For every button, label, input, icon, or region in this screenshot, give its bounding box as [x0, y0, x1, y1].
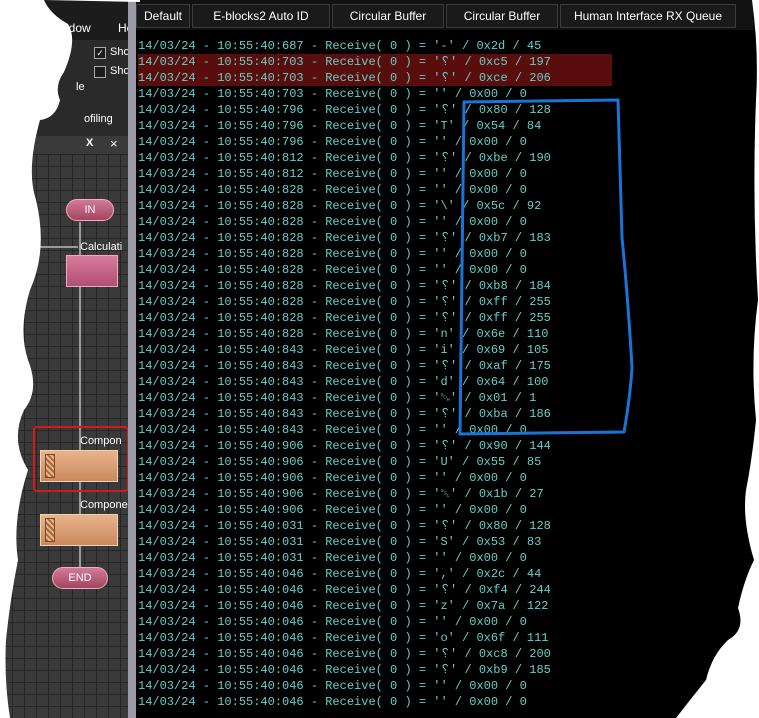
console-log[interactable]: 14/03/24 - 10:55:40:687 - Receive( 0 ) =… [138, 38, 759, 718]
option-label-3: le [76, 81, 85, 93]
log-row: 14/03/24 - 10:55:40:046 - Receive( 0 ) =… [138, 599, 549, 613]
log-row: 14/03/24 - 10:55:40:906 - Receive( 0 ) =… [138, 439, 551, 453]
flowchart-panel: Window He ✓ Sho Sho le ofiling X × IN Ca… [0, 0, 132, 718]
tab-eblocks2-auto-id[interactable]: E-blocks2 Auto ID [192, 4, 330, 28]
annotation-outline [458, 98, 634, 436]
log-row: 14/03/24 - 10:55:40:703 - Receive( 0 ) =… [138, 54, 612, 70]
selection-highlight [33, 426, 129, 492]
show-option-label-1: Sho [110, 46, 130, 58]
log-row: 14/03/24 - 10:55:40:046 - Receive( 0 ) =… [138, 567, 542, 581]
tab-circular-buffer-1[interactable]: Circular Buffer [332, 4, 444, 28]
tab-human-interface-rx-queue[interactable]: Human Interface RX Queue [560, 4, 736, 28]
tab-label: X [86, 137, 94, 149]
log-row: 14/03/24 - 10:55:40:046 - Receive( 0 ) =… [138, 679, 527, 693]
calculation-label: Calculati [80, 241, 123, 253]
flow-connector-branch [40, 246, 78, 248]
menu-window[interactable]: Window [48, 21, 91, 35]
log-row: 14/03/24 - 10:55:40:046 - Receive( 0 ) =… [138, 615, 527, 629]
calculation-block[interactable] [66, 255, 118, 287]
start-terminal[interactable]: IN [66, 199, 114, 221]
close-icon[interactable]: × [110, 136, 118, 151]
log-row: 14/03/24 - 10:55:40:906 - Receive( 0 ) =… [138, 487, 544, 501]
console-tab-strip: Default E-blocks2 Auto ID Circular Buffe… [136, 0, 759, 30]
log-row: 14/03/24 - 10:55:40:046 - Receive( 0 ) =… [138, 631, 549, 645]
log-row: 14/03/24 - 10:55:40:046 - Receive( 0 ) =… [138, 647, 551, 661]
log-row: 14/03/24 - 10:55:40:906 - Receive( 0 ) =… [138, 471, 527, 485]
tab-circular-buffer-2[interactable]: Circular Buffer [446, 4, 558, 28]
macro-icon [45, 518, 55, 542]
menu-bar: Window He [0, 0, 132, 40]
log-row: 14/03/24 - 10:55:40:031 - Receive( 0 ) =… [138, 551, 527, 565]
log-row: 14/03/24 - 10:55:40:046 - Receive( 0 ) =… [138, 663, 551, 677]
show-checkbox-1[interactable]: ✓ [94, 47, 106, 59]
end-terminal[interactable]: END [52, 567, 108, 589]
hand-drawn-annotation [458, 98, 634, 436]
show-checkbox-2[interactable] [94, 66, 106, 78]
log-row: 14/03/24 - 10:55:40:046 - Receive( 0 ) =… [138, 583, 551, 597]
panel-splitter[interactable] [128, 0, 136, 718]
log-row: 14/03/24 - 10:55:40:046 - Receive( 0 ) =… [138, 695, 527, 709]
log-row: 14/03/24 - 10:55:40:906 - Receive( 0 ) =… [138, 455, 542, 469]
profiling-label[interactable]: ofiling [84, 113, 113, 125]
flowchart-tab[interactable]: X × [0, 136, 128, 154]
log-row: 14/03/24 - 10:55:40:703 - Receive( 0 ) =… [138, 70, 612, 86]
log-row: 14/03/24 - 10:55:40:687 - Receive( 0 ) =… [138, 39, 542, 53]
component-macro-label-2: Compone [80, 499, 128, 511]
log-row: 14/03/24 - 10:55:40:031 - Receive( 0 ) =… [138, 519, 551, 533]
log-row: 14/03/24 - 10:55:40:031 - Receive( 0 ) =… [138, 535, 542, 549]
log-row: 14/03/24 - 10:55:40:906 - Receive( 0 ) =… [138, 503, 527, 517]
component-macro-block-2[interactable] [40, 514, 118, 546]
show-option-label-2: Sho [110, 65, 130, 77]
tab-default[interactable]: Default [136, 4, 190, 28]
